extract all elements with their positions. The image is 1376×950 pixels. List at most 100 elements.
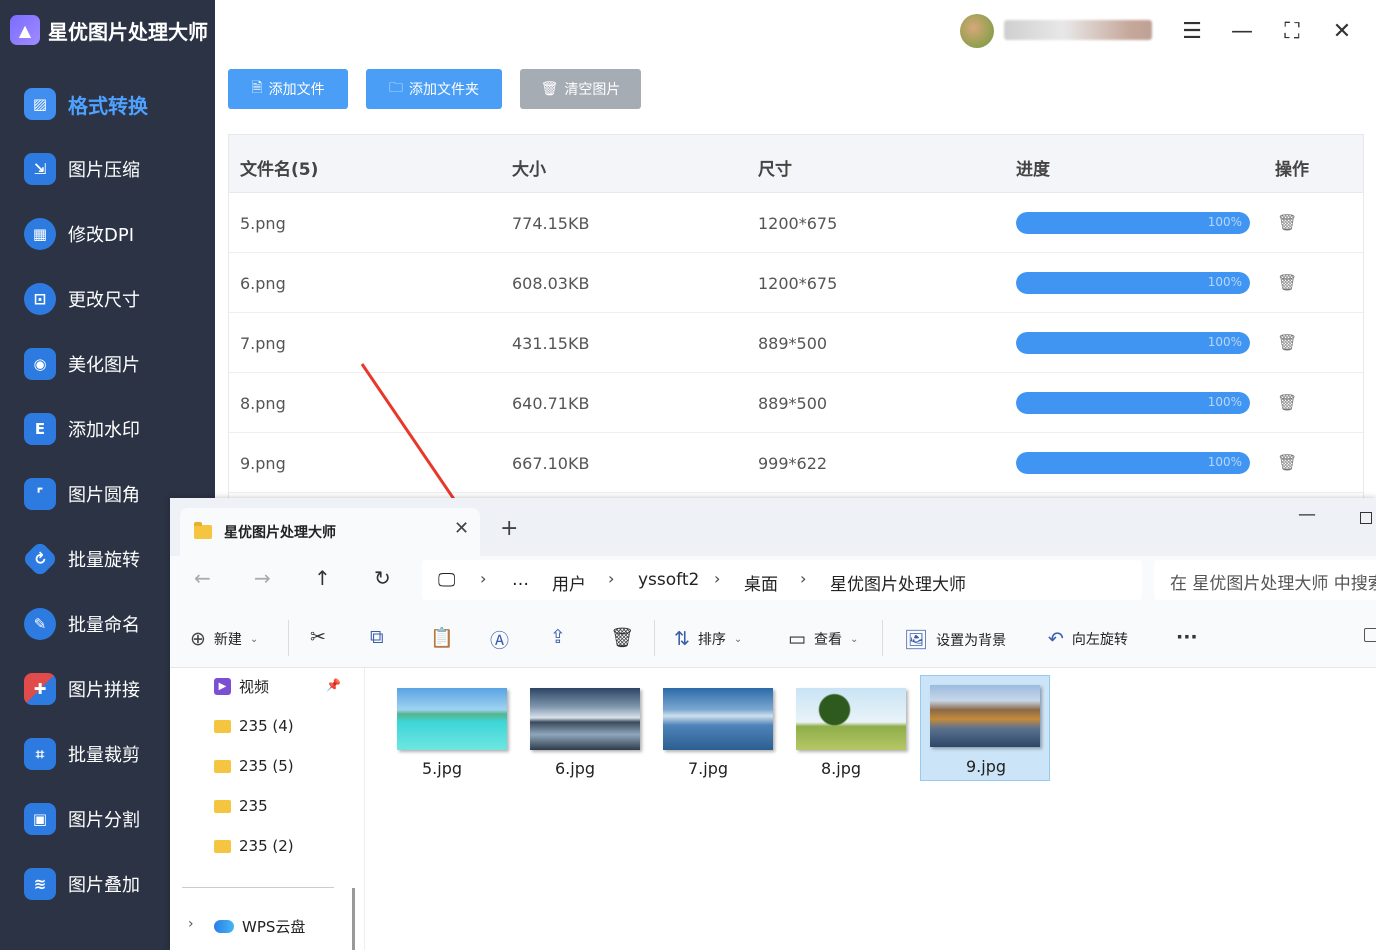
pin-icon[interactable]: 📌 (326, 678, 341, 692)
share-icon[interactable]: ⇪ (550, 626, 566, 648)
image-preview (397, 688, 507, 750)
sidebar-item-rotate[interactable]: ↻ 批量旋转 (21, 539, 140, 579)
folder-icon (214, 799, 231, 813)
sidebar-item-resize[interactable]: ⊡ 更改尺寸 (24, 279, 140, 319)
new-tab-icon[interactable]: + (500, 516, 518, 541)
sidebar-item-crop[interactable]: ⌗ 批量裁剪 (24, 734, 140, 774)
minimize-icon[interactable]: — (1298, 504, 1316, 525)
sidebar-item-layers[interactable]: ≋ 图片叠加 (24, 864, 140, 904)
address-row: ← → ↑ ↻ 🖵 › … 用户 › yssoft2 › 桌面 › 星优图片处理… (170, 556, 1376, 608)
set-background-button[interactable]: 🖼 设置为背景 (904, 628, 1006, 651)
sidebar-item-split[interactable]: ▣ 图片分割 (24, 799, 140, 839)
header-dimensions: 尺寸 (758, 160, 792, 180)
table-row[interactable]: 7.png 431.15KB 889*500 100% 🗑 (229, 313, 1363, 373)
fullscreen-icon[interactable]: ⛶ (1277, 16, 1307, 46)
details-pane-icon[interactable] (1364, 628, 1376, 642)
breadcrumb-more[interactable]: … (512, 570, 529, 590)
paste-icon[interactable]: 📋 (430, 626, 454, 649)
rename-icon[interactable]: Ⓐ (490, 626, 509, 653)
file-thumbnail[interactable]: 7.jpg (643, 678, 773, 782)
resize-icon: ⊡ (24, 283, 56, 315)
sidebar-item-beautify[interactable]: ◉ 美化图片 (24, 344, 140, 384)
dpi-icon: ▦ (24, 218, 56, 250)
sidebar-item-dpi[interactable]: ▦ 修改DPI (24, 214, 134, 254)
refresh-icon[interactable]: ↻ (374, 566, 391, 590)
breadcrumb-yssoft2[interactable]: yssoft2 (638, 570, 699, 590)
close-icon[interactable]: ✕ (1327, 16, 1357, 46)
progress-text: 100% (1207, 455, 1242, 469)
cell-size: 774.15KB (512, 214, 590, 233)
chevron-down-icon: ⌄ (249, 633, 259, 645)
delete-icon[interactable]: 🗑 (610, 626, 634, 649)
avatar[interactable] (960, 14, 994, 48)
file-thumbnail[interactable]: 6.jpg (510, 678, 640, 782)
nav-item-folder[interactable]: 235 (2) (214, 834, 294, 858)
tab-close-icon[interactable]: ✕ (454, 518, 469, 539)
progress-text: 100% (1207, 335, 1242, 349)
settings-sliders-icon[interactable]: ☰ (1177, 16, 1207, 46)
sidebar-item-watermark[interactable]: E 添加水印 (24, 409, 140, 449)
delete-row-icon[interactable]: 🗑 (1277, 393, 1297, 413)
crop-icon: ⌗ (24, 738, 56, 770)
new-button[interactable]: ⊕ 新建 ⌄ (190, 628, 258, 650)
minimize-icon[interactable]: — (1227, 16, 1257, 46)
sidebar-item-compress[interactable]: ⇲ 图片压缩 (24, 149, 140, 189)
table-row[interactable]: 5.png 774.15KB 1200*675 100% 🗑 (229, 193, 1363, 253)
table-row[interactable]: 8.png 640.71KB 889*500 100% 🗑 (229, 373, 1363, 433)
sidebar-item-rename[interactable]: ✎ 批量命名 (24, 604, 140, 644)
explorer-tab[interactable]: 星优图片处理大师 ✕ (180, 508, 480, 556)
nav-item-folder[interactable]: 235 (214, 794, 268, 818)
nav-item-folder[interactable]: 235 (4) (214, 714, 294, 738)
sort-button[interactable]: ⇅ 排序 ⌄ (674, 628, 742, 650)
nav-item-folder[interactable]: 235 (5) (214, 754, 294, 778)
add-folder-button[interactable]: 🗀 添加文件夹 (366, 69, 502, 109)
breadcrumb-users[interactable]: 用户 (552, 570, 586, 595)
cell-filename: 7.png (240, 334, 286, 353)
file-thumbnail[interactable]: 8.jpg (776, 678, 906, 782)
cell-dimensions: 889*500 (758, 334, 828, 353)
chevron-right-icon[interactable]: › (188, 916, 194, 932)
chevron-down-icon: ⌄ (733, 633, 743, 645)
more-options-icon[interactable]: ··· (1176, 626, 1198, 648)
cell-dimensions: 1200*675 (758, 274, 838, 293)
add-file-button[interactable]: 🗎 添加文件 (228, 69, 348, 109)
sidebar-item-round-corner[interactable]: ⌜ 图片圆角 (24, 474, 140, 514)
trash-icon: 🗑 (540, 81, 559, 97)
address-bar[interactable]: 🖵 › … 用户 › yssoft2 › 桌面 › 星优图片处理大师 (422, 560, 1142, 600)
app-logo-icon: ▲ (10, 15, 40, 45)
maximize-icon[interactable] (1360, 512, 1372, 524)
delete-row-icon[interactable]: 🗑 (1277, 453, 1297, 473)
nav-item-videos[interactable]: ▶ 视频 (214, 674, 269, 698)
copy-icon[interactable]: ⧉ (370, 626, 384, 648)
clear-images-button[interactable]: 🗑 清空图片 (520, 69, 641, 109)
delete-row-icon[interactable]: 🗑 (1277, 333, 1297, 353)
table-row[interactable]: 6.png 608.03KB 1200*675 100% 🗑 (229, 253, 1363, 313)
breadcrumb-desktop[interactable]: 桌面 (744, 570, 778, 595)
cell-filename: 9.png (240, 454, 286, 473)
delete-row-icon[interactable]: 🗑 (1277, 273, 1297, 293)
progress-bar: 100% (1016, 332, 1250, 354)
table-row[interactable]: 9.png 667.10KB 999*622 100% 🗑 (229, 433, 1363, 493)
breadcrumb-current-folder[interactable]: 星优图片处理大师 (830, 570, 966, 595)
cell-dimensions: 1200*675 (758, 214, 838, 233)
progress-text: 100% (1207, 395, 1242, 409)
view-button[interactable]: ▭ 查看 ⌄ (788, 628, 858, 650)
scrollbar[interactable] (352, 888, 355, 950)
delete-row-icon[interactable]: 🗑 (1277, 213, 1297, 233)
up-arrow-icon[interactable]: ↑ (314, 566, 331, 590)
video-icon: ▶ (214, 677, 231, 695)
image-preview (530, 688, 640, 750)
computer-icon[interactable]: 🖵 (438, 570, 455, 591)
nav-item-wps-cloud[interactable]: WPS云盘 (214, 914, 305, 938)
file-thumbnail[interactable]: 5.jpg (377, 678, 507, 782)
file-thumbnail-selected[interactable]: 9.jpg (920, 675, 1050, 781)
sidebar-item-puzzle[interactable]: ✚ 图片拼接 (24, 669, 140, 709)
forward-arrow-icon[interactable]: → (254, 566, 271, 590)
file-table: 文件名(5) 大小 尺寸 进度 操作 5.png 774.15KB 1200*6… (228, 134, 1364, 500)
cut-icon[interactable]: ✂ (310, 626, 326, 648)
sidebar-item-format-convert[interactable]: ▨ 格式转换 (24, 84, 148, 124)
search-input[interactable]: 在 星优图片处理大师 中搜索 (1154, 560, 1376, 600)
folder-icon (214, 839, 231, 853)
back-arrow-icon[interactable]: ← (194, 566, 211, 590)
rotate-left-button[interactable]: ↶ 向左旋转 (1048, 628, 1128, 650)
